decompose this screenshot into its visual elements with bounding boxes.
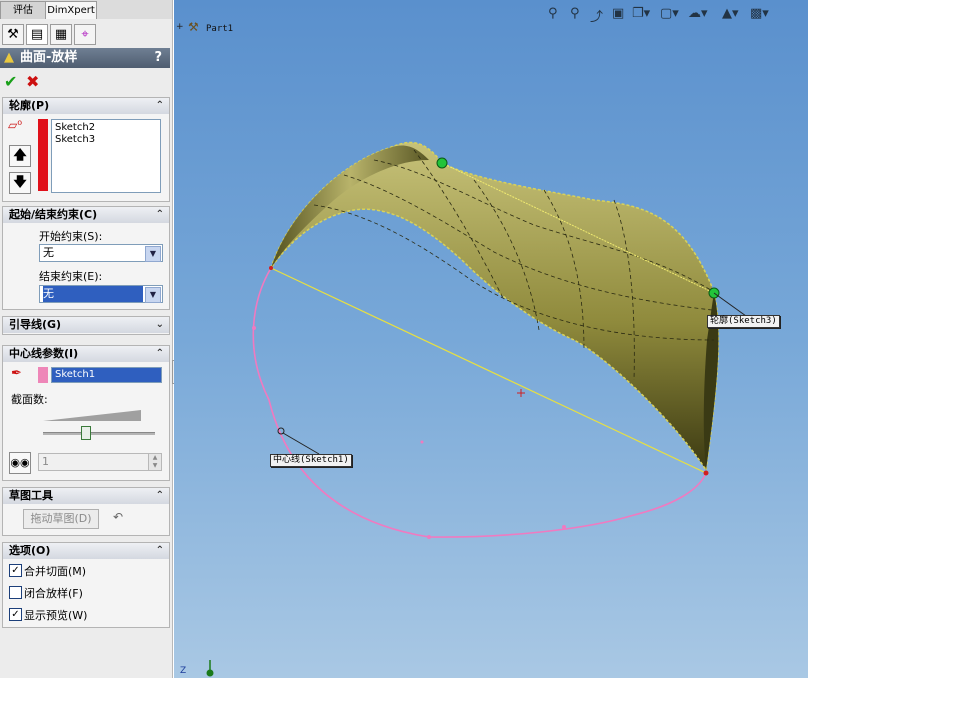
profiles-header-label: 轮廓(P) [9, 99, 50, 112]
constraints-header-label: 起始/结束约束(C) [9, 208, 98, 221]
drag-sketch-button[interactable]: 拖动草图(D) [23, 509, 99, 529]
origin-point [517, 389, 525, 397]
tab-evaluate[interactable]: 评估 [0, 1, 46, 19]
merge-tangent-label: 合并切面(M) [24, 565, 87, 578]
spin-buttons[interactable]: ▲ ▼ [148, 453, 162, 471]
collapse-icon[interactable]: ⌃ [156, 488, 164, 504]
model-graphics [206, 141, 747, 677]
collapse-icon[interactable]: ⌃ [156, 98, 164, 114]
undo-icon[interactable]: ↶ [113, 510, 123, 524]
property-manager-panel: 评估 DimXpert ⚒ ▤ ▦ ⌖ ▲ 曲面-放样 ? ✔ ✖ 轮廓(P) … [0, 0, 182, 678]
sections-label: 截面数: [11, 393, 48, 406]
ok-button[interactable]: ✔ [4, 72, 17, 91]
curve-point [427, 535, 431, 539]
profile-color-swatch [38, 119, 48, 191]
section-count-ramp [43, 410, 141, 421]
sections-spin-input[interactable]: 1 [38, 453, 153, 471]
end-constraint-label: 结束约束(E): [39, 270, 103, 283]
move-up-button[interactable]: 🡅 [9, 145, 31, 167]
end-constraint-value: 无 [43, 286, 143, 302]
list-item[interactable]: Sketch3 [55, 134, 95, 145]
end-constraint-select[interactable]: 无 ▼ [39, 285, 163, 303]
profiles-group: 轮廓(P) ⌃ ▱⁰ 🡅 🡇 Sketch2 Sketch3 [2, 97, 170, 202]
show-preview-checkbox[interactable]: ✓ [9, 608, 22, 621]
show-preview-label: 显示预览(W) [24, 609, 88, 622]
chevron-down-icon[interactable]: ▼ [145, 246, 161, 262]
guides-group: 引导线(G) ⌄ [2, 316, 170, 335]
start-constraint-value: 无 [43, 246, 54, 259]
property-manager-title-bar: ▲ 曲面-放样 ? [0, 48, 170, 68]
constraints-header[interactable]: 起始/结束约束(C) ⌃ [3, 207, 169, 223]
tab-dimxpert[interactable]: DimXpert [45, 1, 97, 19]
merge-tangent-checkbox[interactable]: ✓ [9, 564, 22, 577]
expand-icon[interactable]: ⌄ [156, 317, 164, 333]
collapse-icon[interactable]: ⌃ [156, 346, 164, 362]
profile-listbox[interactable]: Sketch2 Sketch3 [51, 119, 161, 193]
centerline-header-label: 中心线参数(I) [9, 347, 79, 360]
profiles-header[interactable]: 轮廓(P) ⌃ [3, 98, 169, 114]
sketch-tools-header[interactable]: 草图工具 ⌃ [3, 488, 169, 504]
centerline-selection-icon: ✒ [11, 366, 22, 381]
guides-header[interactable]: 引导线(G) ⌄ [3, 317, 169, 333]
curve-point [420, 440, 424, 444]
collapse-icon[interactable]: ⌃ [156, 543, 164, 559]
close-loft-label: 闭合放样(F) [24, 587, 83, 600]
centerline-color-swatch [38, 367, 48, 383]
guides-header-label: 引导线(G) [9, 318, 62, 331]
manager-tabs: 评估 DimXpert [0, 0, 172, 19]
end-point [269, 266, 273, 270]
options-header-label: 选项(O) [9, 544, 51, 557]
start-constraint-select[interactable]: 无 ▼ [39, 244, 163, 262]
close-loft-checkbox[interactable] [9, 586, 22, 599]
end-point [703, 470, 709, 476]
dimxpert-manager-icon[interactable]: ⌖ [74, 24, 96, 45]
loft-surface-icon: ▲ [4, 50, 14, 65]
configuration-manager-icon[interactable]: ▦ [50, 24, 72, 45]
centerline-callout[interactable]: 中心线(Sketch1) [270, 454, 352, 467]
curve-point [562, 525, 566, 529]
help-icon[interactable]: ? [154, 48, 162, 68]
centerline-header[interactable]: 中心线参数(I) ⌃ [3, 346, 169, 362]
page-title: 曲面-放样 [20, 50, 78, 65]
callout-leader [713, 292, 747, 317]
sketch-tools-group: 草图工具 ⌃ 拖动草图(D) ↶ [2, 487, 170, 536]
triad-origin [206, 669, 214, 677]
collapse-icon[interactable]: ⌃ [156, 207, 164, 223]
chevron-down-icon[interactable]: ▼ [145, 287, 161, 303]
manager-icon-bar: ⚒ ▤ ▦ ⌖ [0, 22, 172, 46]
list-item[interactable]: Sketch2 [55, 122, 95, 133]
profile-selection-icon: ▱⁰ [8, 118, 23, 132]
options-group: 选项(O) ⌃ ✓ 合并切面(M) 闭合放样(F) ✓ 显示预览(W) [2, 542, 170, 628]
section-slider-track[interactable] [43, 432, 155, 435]
axis-z-label: Z [180, 666, 187, 676]
graphics-viewport[interactable]: + ⚒ Part1 ⚲ ⚲ ⤴ ▣ ❐▾ ▢▾ ☁▾ ▲▾ ▩▾ 轮廓(Sket… [174, 0, 808, 678]
property-manager-icon[interactable]: ▤ [26, 24, 48, 45]
connector-handle [436, 157, 448, 169]
centerline-field[interactable]: Sketch1 [51, 367, 162, 383]
sketch-tools-header-label: 草图工具 [9, 489, 53, 502]
start-constraint-label: 开始约束(S): [39, 230, 103, 243]
feature-manager-icon[interactable]: ⚒ [2, 24, 24, 45]
profile-callout[interactable]: 轮廓(Sketch3) [707, 315, 780, 328]
cancel-button[interactable]: ✖ [26, 72, 39, 91]
section-slider-thumb[interactable] [81, 426, 91, 440]
options-header[interactable]: 选项(O) ⌃ [3, 543, 169, 559]
curve-point [252, 326, 256, 330]
centerline-group: 中心线参数(I) ⌃ ✒ Sketch1 截面数: ◉◉ 1 ▲ ▼ [2, 345, 170, 481]
move-down-button[interactable]: 🡇 [9, 172, 31, 194]
glasses-icon[interactable]: ◉◉ [9, 452, 31, 474]
constraints-group: 起始/结束约束(C) ⌃ 开始约束(S): 无 ▼ 结束约束(E): 无 ▼ [2, 206, 170, 310]
